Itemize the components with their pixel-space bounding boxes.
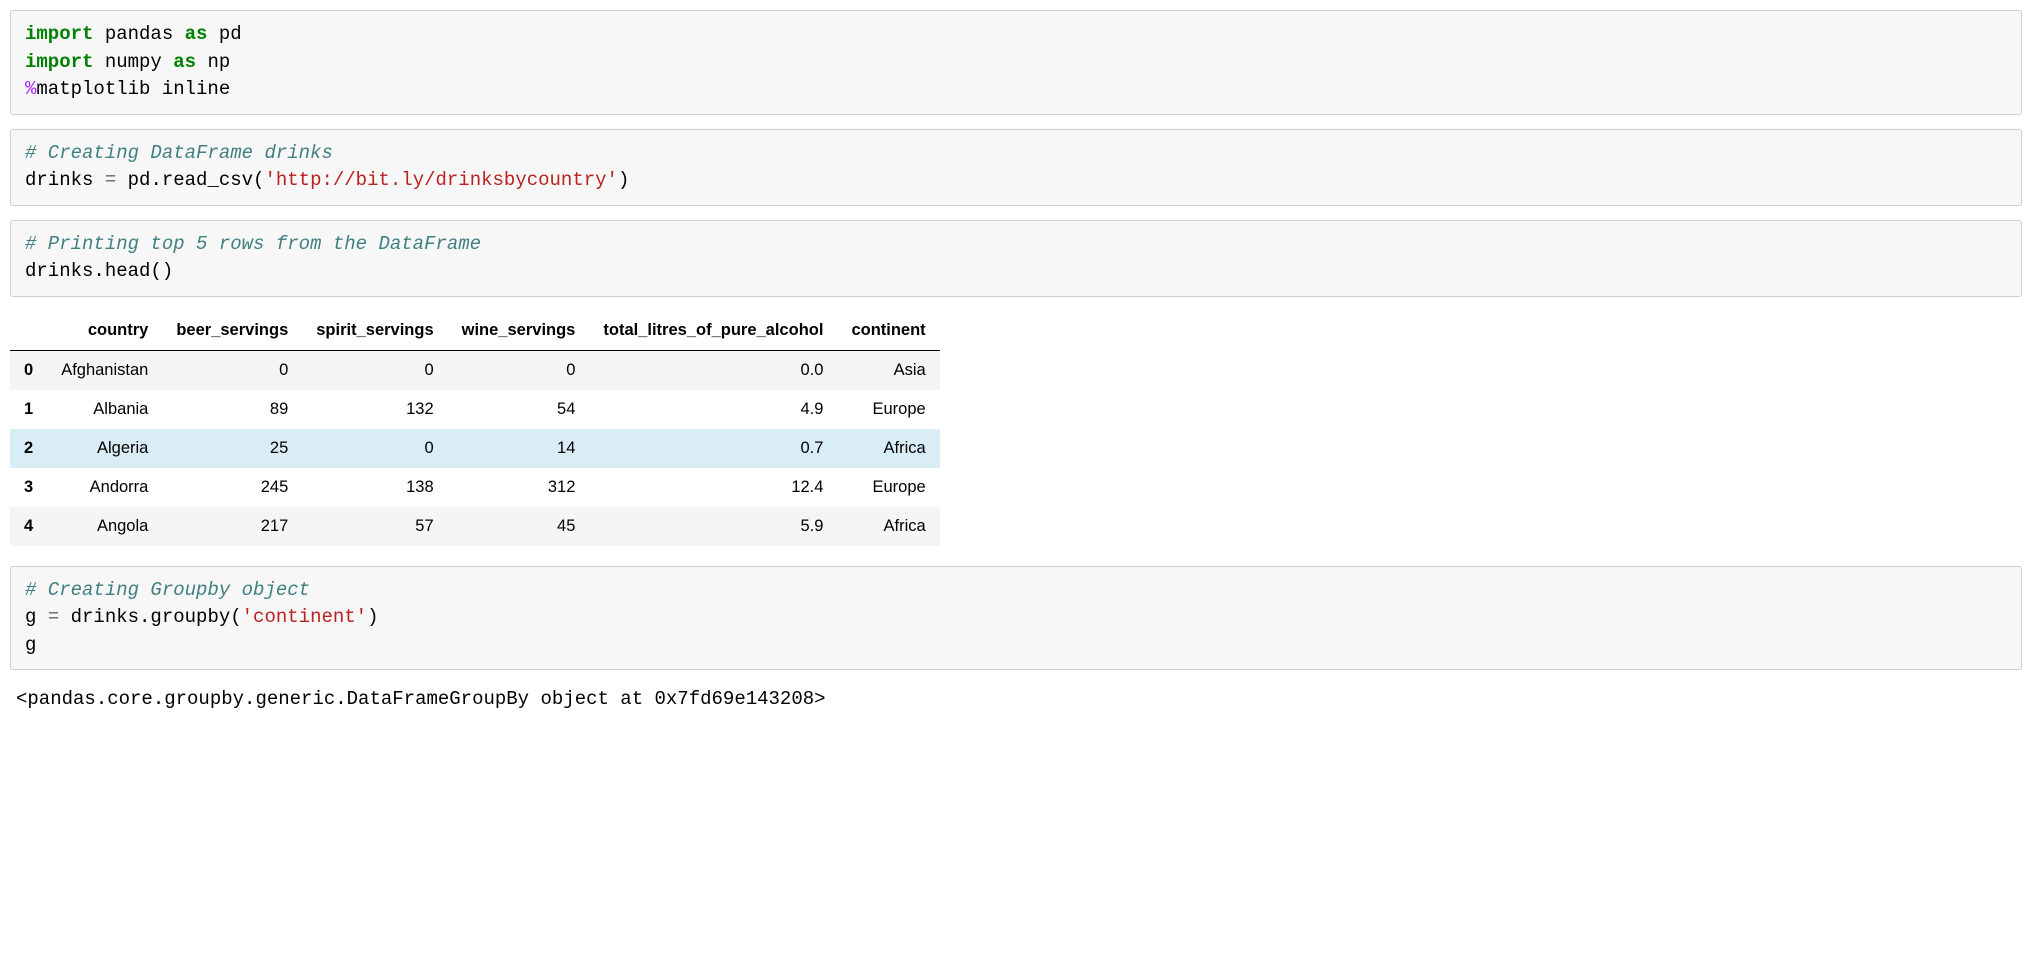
cell-spirit: 57 <box>302 507 447 546</box>
cell-country: Algeria <box>47 429 162 468</box>
th-spirit: spirit_servings <box>302 311 447 351</box>
th-wine: wine_servings <box>448 311 590 351</box>
th-total: total_litres_of_pure_alcohol <box>589 311 837 351</box>
cell-wine: 45 <box>448 507 590 546</box>
cell-total: 4.9 <box>589 390 837 429</box>
th-beer: beer_servings <box>162 311 302 351</box>
cell-total: 12.4 <box>589 468 837 507</box>
code-text: ) <box>367 606 378 628</box>
cell-wine: 14 <box>448 429 590 468</box>
cell-spirit: 0 <box>302 350 447 390</box>
code-text: ) <box>618 169 629 191</box>
code-text: g <box>25 634 36 656</box>
row-index: 0 <box>10 350 47 390</box>
cell-total: 0.0 <box>589 350 837 390</box>
cell-continent: Africa <box>837 429 939 468</box>
cell-total: 0.7 <box>589 429 837 468</box>
table-row: 3Andorra24513831212.4Europe <box>10 468 940 507</box>
code-cell-2[interactable]: # Creating DataFrame drinks drinks = pd.… <box>10 129 2022 206</box>
string-continent: 'continent' <box>242 606 367 628</box>
th-continent: continent <box>837 311 939 351</box>
alias-pd: pd <box>207 23 241 45</box>
string-url: 'http://bit.ly/drinksbycountry' <box>264 169 617 191</box>
keyword-as: as <box>185 23 208 45</box>
table-row: 0Afghanistan0000.0Asia <box>10 350 940 390</box>
module-pandas: pandas <box>93 23 184 45</box>
operator-equals: = <box>105 169 116 191</box>
cell-wine: 54 <box>448 390 590 429</box>
code-text: drinks.head() <box>25 260 173 282</box>
magic-percent: % <box>25 78 36 100</box>
row-index: 3 <box>10 468 47 507</box>
cell-total: 5.9 <box>589 507 837 546</box>
cell-beer: 25 <box>162 429 302 468</box>
row-index: 1 <box>10 390 47 429</box>
table-row: 1Albania89132544.9Europe <box>10 390 940 429</box>
cell-spirit: 132 <box>302 390 447 429</box>
table-row: 2Algeria250140.7Africa <box>10 429 940 468</box>
table-header: country beer_servings spirit_servings wi… <box>10 311 940 351</box>
dataframe-output: country beer_servings spirit_servings wi… <box>10 311 940 546</box>
code-text: g <box>25 606 48 628</box>
magic-command: matplotlib inline <box>36 78 230 100</box>
cell-beer: 245 <box>162 468 302 507</box>
code-cell-1[interactable]: import pandas as pd import numpy as np %… <box>10 10 2022 115</box>
operator-equals: = <box>48 606 59 628</box>
cell-wine: 312 <box>448 468 590 507</box>
text-output: <pandas.core.groupby.generic.DataFrameGr… <box>10 684 2022 714</box>
cell-beer: 0 <box>162 350 302 390</box>
cell-wine: 0 <box>448 350 590 390</box>
cell-country: Afghanistan <box>47 350 162 390</box>
comment: # Creating DataFrame drinks <box>25 142 333 164</box>
cell-country: Albania <box>47 390 162 429</box>
cell-country: Angola <box>47 507 162 546</box>
alias-np: np <box>196 51 230 73</box>
code-text: drinks <box>25 169 105 191</box>
comment: # Creating Groupby object <box>25 579 310 601</box>
cell-spirit: 0 <box>302 429 447 468</box>
code-cell-3[interactable]: # Printing top 5 rows from the DataFrame… <box>10 220 2022 297</box>
cell-beer: 217 <box>162 507 302 546</box>
keyword-as: as <box>173 51 196 73</box>
cell-beer: 89 <box>162 390 302 429</box>
cell-continent: Europe <box>837 390 939 429</box>
th-index <box>10 311 47 351</box>
cell-continent: Asia <box>837 350 939 390</box>
comment: # Printing top 5 rows from the DataFrame <box>25 233 481 255</box>
cell-continent: Europe <box>837 468 939 507</box>
row-index: 4 <box>10 507 47 546</box>
keyword-import: import <box>25 51 93 73</box>
table-body: 0Afghanistan0000.0Asia1Albania89132544.9… <box>10 350 940 546</box>
module-numpy: numpy <box>93 51 173 73</box>
cell-spirit: 138 <box>302 468 447 507</box>
cell-country: Andorra <box>47 468 162 507</box>
row-index: 2 <box>10 429 47 468</box>
th-country: country <box>47 311 162 351</box>
table-row: 4Angola21757455.9Africa <box>10 507 940 546</box>
keyword-import: import <box>25 23 93 45</box>
code-text: pd.read_csv( <box>116 169 264 191</box>
code-cell-4[interactable]: # Creating Groupby object g = drinks.gro… <box>10 566 2022 671</box>
cell-continent: Africa <box>837 507 939 546</box>
code-text: drinks.groupby( <box>59 606 241 628</box>
